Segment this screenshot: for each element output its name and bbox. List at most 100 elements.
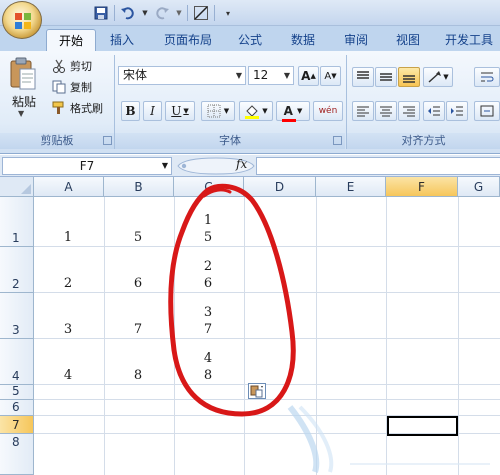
toolbar-separator	[214, 5, 215, 21]
name-box-value: F7	[79, 159, 95, 173]
font-dialog-launcher[interactable]	[333, 136, 342, 145]
align-left-button[interactable]	[352, 101, 374, 121]
phonetic-guide-button[interactable]: wén	[313, 101, 343, 121]
draw-border-icon[interactable]	[192, 4, 210, 22]
undo-dropdown-icon[interactable]: ▼	[141, 4, 149, 22]
align-left-icon	[357, 106, 369, 117]
chevron-down-icon: ▼	[283, 71, 290, 80]
tab-page-layout[interactable]: 页面布局	[156, 29, 220, 51]
copy-label: 复制	[70, 81, 92, 94]
row-header-2[interactable]: 2	[0, 247, 34, 293]
formula-input[interactable]	[256, 157, 500, 175]
tab-review[interactable]: 审阅	[336, 29, 376, 51]
increase-indent-button[interactable]	[446, 101, 468, 121]
cell-b1[interactable]: 5	[128, 230, 148, 245]
toolbar-separator	[187, 5, 188, 21]
paste-icon[interactable]	[9, 57, 37, 91]
decrease-indent-button[interactable]	[423, 101, 445, 121]
name-box[interactable]: F7 ▼	[2, 157, 172, 175]
font-color-icon: A	[281, 104, 296, 122]
font-size-dropdown[interactable]: 12 ▼	[248, 66, 294, 85]
align-right-icon	[403, 106, 415, 117]
cut-button[interactable]: 剪切	[52, 57, 92, 75]
grow-font-button[interactable]: A ▲	[298, 66, 319, 86]
office-button[interactable]	[2, 1, 42, 39]
tab-data[interactable]: 数据	[283, 29, 323, 51]
font-color-button[interactable]: A ▼	[276, 101, 310, 122]
font-name-dropdown[interactable]: 宋体 ▼	[118, 66, 246, 85]
row-header-1[interactable]: 1	[0, 197, 34, 247]
font-name-value: 宋体	[123, 68, 148, 82]
cell-b4[interactable]: 8	[128, 368, 148, 383]
clipboard-dialog-launcher[interactable]	[103, 136, 112, 145]
bold-button[interactable]: B	[121, 101, 140, 121]
redo-icon[interactable]	[153, 4, 171, 22]
chevron-down-icon: ▼	[161, 161, 168, 170]
fx-icon: fx	[236, 157, 248, 171]
redo-dropdown-icon[interactable]: ▼	[175, 4, 183, 22]
chevron-down-icon: ▼	[235, 71, 242, 80]
column-header-e[interactable]: E	[316, 177, 386, 197]
align-bottom-button[interactable]	[398, 67, 420, 87]
undo-icon[interactable]	[119, 4, 137, 22]
column-header-g[interactable]: G	[458, 177, 500, 197]
toolbar-separator	[114, 5, 115, 21]
align-center-icon	[380, 106, 392, 117]
insert-function-button[interactable]: fx	[236, 157, 247, 171]
wrap-text-button[interactable]	[474, 67, 500, 87]
copy-button[interactable]: 复制	[52, 78, 92, 96]
paste-button[interactable]: 粘贴	[12, 93, 36, 110]
merge-center-button[interactable]	[474, 101, 500, 121]
select-all-button[interactable]	[0, 177, 34, 197]
ribbon-tabs: 开始 插入 页面布局 公式 数据 审阅 视图 开发工具	[0, 26, 500, 51]
tab-home[interactable]: 开始	[46, 29, 96, 51]
red-annotation-circle	[168, 183, 296, 417]
column-header-a[interactable]: A	[34, 177, 104, 197]
underline-button[interactable]: U ▼	[165, 101, 195, 121]
customize-toolbar-icon[interactable]: ▾	[219, 4, 237, 22]
row-header-6[interactable]: 6	[0, 400, 34, 416]
font-group-label: 字体	[115, 133, 345, 149]
align-top-icon	[357, 71, 369, 79]
cell-a2[interactable]: 2	[58, 276, 78, 291]
align-top-button[interactable]	[352, 67, 374, 87]
align-bottom-icon	[403, 75, 415, 83]
tab-formulas[interactable]: 公式	[230, 29, 270, 51]
shrink-font-button[interactable]: A ▼	[320, 66, 341, 86]
office-logo-icon	[15, 13, 31, 29]
worksheet-grid[interactable]: A B C D E F G 1 2 3 4 5 6 7 8 1 2 3 4 5 …	[0, 177, 500, 475]
row-header-8[interactable]: 8	[0, 434, 34, 475]
align-right-button[interactable]	[398, 101, 420, 121]
decrease-indent-icon	[428, 106, 440, 116]
font-color-letter: A	[283, 104, 293, 118]
formula-bar: F7 ▼ fx	[0, 155, 500, 177]
save-icon[interactable]	[92, 4, 110, 22]
align-middle-button[interactable]	[375, 67, 397, 87]
column-header-f[interactable]: F	[386, 177, 458, 197]
orientation-button[interactable]: ▼	[423, 67, 453, 87]
row-header-5[interactable]: 5	[0, 384, 34, 400]
tab-view[interactable]: 视图	[388, 29, 428, 51]
row-header-3[interactable]: 3	[0, 293, 34, 339]
row-header-7[interactable]: 7	[0, 416, 34, 434]
paste-dropdown-icon[interactable]: ▼	[18, 109, 24, 118]
cell-a4[interactable]: 4	[58, 368, 78, 383]
align-center-button[interactable]	[375, 101, 397, 121]
tab-developer[interactable]: 开发工具	[438, 29, 500, 51]
merge-cells-icon	[480, 105, 494, 117]
align-middle-icon	[380, 73, 392, 81]
row-header-4[interactable]: 4	[0, 339, 34, 385]
cell-a1[interactable]: 1	[58, 230, 78, 245]
increase-indent-icon	[451, 106, 463, 116]
fill-color-button[interactable]: ▼	[239, 101, 273, 121]
cut-label: 剪切	[70, 60, 92, 73]
ribbon: 粘贴 ▼ 剪切 复制 格式刷 剪贴板 宋体 ▼ 12 ▼ A ▲ A ▼ B I U…	[0, 51, 500, 154]
underline-label: U	[171, 104, 182, 118]
cell-a3[interactable]: 3	[58, 322, 78, 337]
format-painter-button[interactable]: 格式刷	[52, 99, 103, 117]
cell-b3[interactable]: 7	[128, 322, 148, 337]
tab-insert[interactable]: 插入	[104, 29, 140, 51]
cell-b2[interactable]: 6	[128, 276, 148, 291]
italic-button[interactable]: I	[143, 101, 162, 121]
borders-button[interactable]: ▼	[201, 101, 235, 121]
